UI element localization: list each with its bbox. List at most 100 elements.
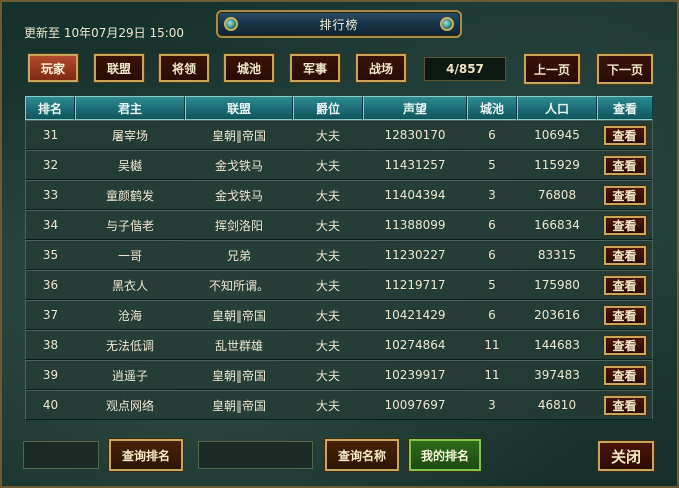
prestige-cell: 11404394 — [363, 180, 467, 210]
query-name-button[interactable]: 查询名称 — [324, 438, 400, 472]
view-cell: 查看 — [597, 180, 653, 210]
rank-cell: 40 — [25, 390, 75, 420]
prestige-cell: 10097697 — [363, 390, 467, 420]
alliance-cell: 乱世群雄 — [185, 330, 293, 360]
rank-cell: 32 — [25, 150, 75, 180]
rank-search-input[interactable] — [23, 441, 99, 469]
title-cell: 大夫 — [293, 150, 363, 180]
view-cell: 查看 — [597, 270, 653, 300]
ranking-table: 排名 君主 联盟 爵位 声望 城池 人口 查看 31 屠宰场 皇朝‖帝国 大夫 1283… — [25, 96, 653, 420]
view-cell: 查看 — [597, 240, 653, 270]
column-header-lord: 君主 — [75, 96, 185, 120]
tab-alliances[interactable]: 联盟 — [93, 53, 145, 83]
lord-cell: 屠宰场 — [75, 120, 185, 150]
view-player-button[interactable]: 查看 — [602, 274, 647, 296]
view-cell: 查看 — [597, 330, 653, 360]
rank-cell: 33 — [25, 180, 75, 210]
population-cell: 46810 — [517, 390, 597, 420]
tab-battlefield[interactable]: 战场 — [355, 53, 407, 83]
close-button[interactable]: 关闭 — [597, 440, 655, 472]
lord-cell: 黑衣人 — [75, 270, 185, 300]
table-row: 39 逍遥子 皇朝‖帝国 大夫 10239917 11 397483 查看 — [25, 360, 653, 390]
next-page-button[interactable]: 下一页 — [596, 53, 654, 85]
population-cell: 115929 — [517, 150, 597, 180]
cities-cell: 5 — [467, 270, 517, 300]
alliance-cell: 皇朝‖帝国 — [185, 120, 293, 150]
view-cell: 查看 — [597, 390, 653, 420]
view-player-button[interactable]: 查看 — [602, 244, 647, 266]
lord-cell: 一哥 — [75, 240, 185, 270]
view-player-button[interactable]: 查看 — [602, 394, 647, 416]
view-cell: 查看 — [597, 150, 653, 180]
jade-ornament-icon — [440, 17, 454, 31]
view-cell: 查看 — [597, 210, 653, 240]
rank-cell: 36 — [25, 270, 75, 300]
prestige-cell: 10421429 — [363, 300, 467, 330]
rank-cell: 39 — [25, 360, 75, 390]
tab-generals[interactable]: 将领 — [158, 53, 210, 83]
view-player-button[interactable]: 查看 — [602, 214, 647, 236]
lord-cell: 童颜鹤发 — [75, 180, 185, 210]
column-header-alliance: 联盟 — [185, 96, 293, 120]
prestige-cell: 10274864 — [363, 330, 467, 360]
rank-cell: 37 — [25, 300, 75, 330]
query-rank-button[interactable]: 查询排名 — [108, 438, 184, 472]
alliance-cell: 不知所谓。 — [185, 270, 293, 300]
cities-cell: 6 — [467, 300, 517, 330]
view-cell: 查看 — [597, 360, 653, 390]
prev-page-button[interactable]: 上一页 — [523, 53, 581, 85]
title-cell: 大夫 — [293, 210, 363, 240]
view-player-button[interactable]: 查看 — [602, 124, 647, 146]
population-cell: 397483 — [517, 360, 597, 390]
ranking-window: 更新至 10年07月29日 15:00 排行榜 玩家 联盟 将领 城池 军事 战… — [0, 0, 679, 488]
title-cell: 大夫 — [293, 390, 363, 420]
lord-cell: 沧海 — [75, 300, 185, 330]
tab-cities[interactable]: 城池 — [223, 53, 275, 83]
lord-cell: 与子偕老 — [75, 210, 185, 240]
rank-cell: 35 — [25, 240, 75, 270]
lord-cell: 逍遥子 — [75, 360, 185, 390]
alliance-cell: 挥剑洛阳 — [185, 210, 293, 240]
lord-cell: 吴樾 — [75, 150, 185, 180]
prestige-cell: 11388099 — [363, 210, 467, 240]
page-indicator: 4/857 — [424, 57, 506, 81]
tab-players[interactable]: 玩家 — [27, 53, 79, 83]
population-cell: 106945 — [517, 120, 597, 150]
view-player-button[interactable]: 查看 — [602, 364, 647, 386]
view-cell: 查看 — [597, 300, 653, 330]
title-cell: 大夫 — [293, 300, 363, 330]
cities-cell: 6 — [467, 120, 517, 150]
cities-cell: 6 — [467, 210, 517, 240]
alliance-cell: 皇朝‖帝国 — [185, 300, 293, 330]
population-cell: 83315 — [517, 240, 597, 270]
rank-cell: 34 — [25, 210, 75, 240]
rank-cell: 38 — [25, 330, 75, 360]
alliance-cell: 兄弟 — [185, 240, 293, 270]
title-cell: 大夫 — [293, 180, 363, 210]
title-cell: 大夫 — [293, 240, 363, 270]
rank-cell: 31 — [25, 120, 75, 150]
tab-military[interactable]: 军事 — [289, 53, 341, 83]
alliance-cell: 金戈铁马 — [185, 150, 293, 180]
lord-cell: 无法低调 — [75, 330, 185, 360]
view-player-button[interactable]: 查看 — [602, 154, 647, 176]
jade-ornament-icon — [224, 17, 238, 31]
view-player-button[interactable]: 查看 — [602, 334, 647, 356]
table-row: 37 沧海 皇朝‖帝国 大夫 10421429 6 203616 查看 — [25, 300, 653, 330]
prestige-cell: 10239917 — [363, 360, 467, 390]
lord-cell: 观点网络 — [75, 390, 185, 420]
my-rank-button[interactable]: 我的排名 — [408, 438, 482, 472]
view-player-button[interactable]: 查看 — [602, 184, 647, 206]
table-header-row: 排名 君主 联盟 爵位 声望 城池 人口 查看 — [25, 96, 653, 120]
column-header-prestige: 声望 — [363, 96, 467, 120]
population-cell: 144683 — [517, 330, 597, 360]
column-header-title: 爵位 — [293, 96, 363, 120]
table-row: 40 观点网络 皇朝‖帝国 大夫 10097697 3 46810 查看 — [25, 390, 653, 420]
cities-cell: 6 — [467, 240, 517, 270]
page-title: 排行榜 — [319, 17, 359, 32]
title-cell: 大夫 — [293, 330, 363, 360]
name-search-input[interactable] — [198, 441, 313, 469]
ranking-table-body: 31 屠宰场 皇朝‖帝国 大夫 12830170 6 106945 查看 32 吴樾 金戈铁马 大夫 1… — [25, 120, 653, 420]
title-cell: 大夫 — [293, 360, 363, 390]
view-player-button[interactable]: 查看 — [602, 304, 647, 326]
